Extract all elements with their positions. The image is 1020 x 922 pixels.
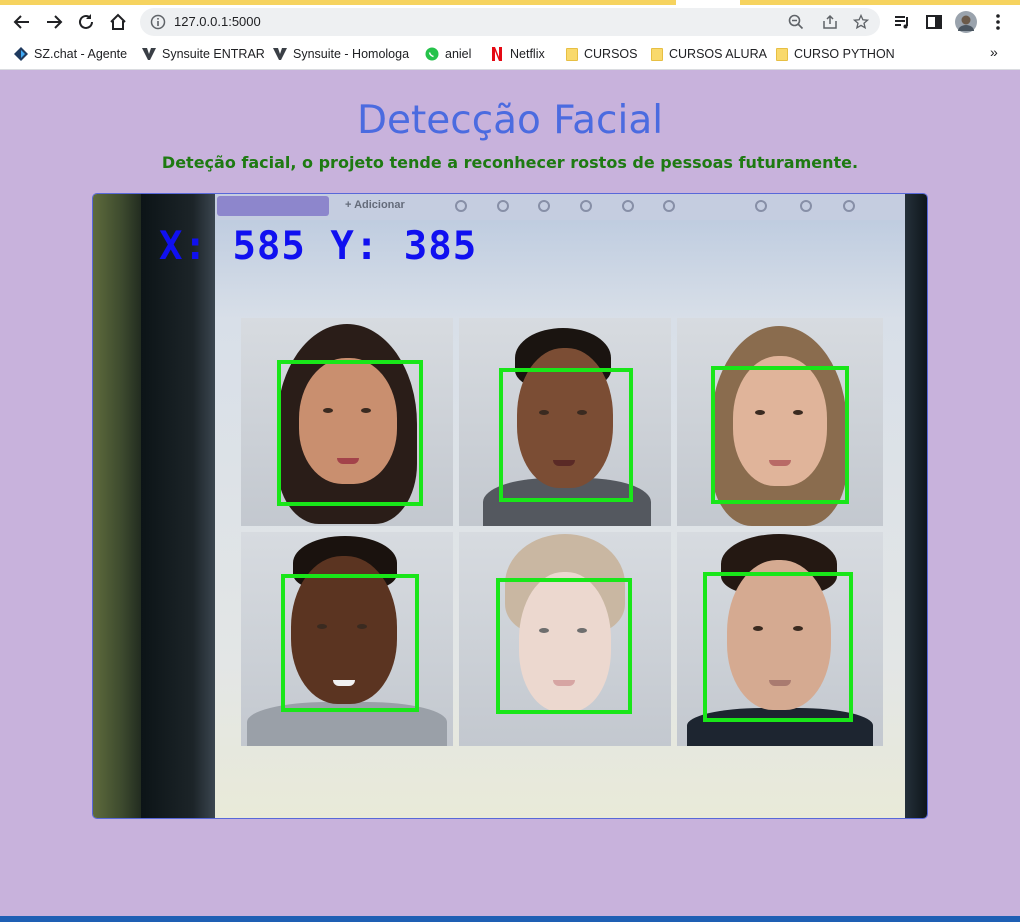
bookmark-item[interactable]: aniel: [425, 45, 471, 63]
monitor-edge: [905, 194, 927, 818]
background-wall: [93, 194, 141, 818]
bookmark-folder[interactable]: CURSO PYTHON: [776, 45, 895, 63]
reload-button[interactable]: [72, 8, 100, 36]
face-detection-box: [703, 572, 853, 722]
captured-delete-icon: [538, 200, 550, 212]
captured-screen: + Adicionar: [215, 194, 905, 818]
folder-icon: [566, 47, 578, 61]
bookmark-label: aniel: [445, 47, 472, 61]
monitor-bezel: [141, 194, 215, 818]
bookmark-item[interactable]: Synsuite - Homologa: [273, 45, 409, 63]
captured-add-label: + Adicionar: [345, 199, 405, 211]
face-detection-box: [281, 574, 419, 712]
taskbar-edge: [0, 916, 1020, 922]
site-info-icon[interactable]: [150, 14, 166, 34]
browser-toolbar: 127.0.0.1:5000: [0, 5, 1020, 39]
bookmark-item[interactable]: Netflix: [490, 45, 545, 63]
url-text[interactable]: 127.0.0.1:5000: [174, 14, 261, 29]
star-icon[interactable]: [852, 13, 870, 34]
captured-print-icon: [843, 200, 855, 212]
coordinates-overlay: X: 585 Y: 385: [159, 224, 478, 269]
bookmark-label: Netflix: [510, 47, 545, 61]
folder-icon: [776, 47, 788, 61]
face-detection-box: [711, 366, 849, 504]
synsuite-icon: [273, 47, 287, 61]
sz-chat-icon: [14, 47, 28, 61]
bookmark-label: CURSOS ALURA: [669, 47, 767, 61]
bookmarks-bar: SZ.chat - Agente Synsuite ENTRAR Synsuit…: [0, 39, 1020, 70]
page-title: Detecção Facial: [356, 98, 664, 143]
page-subtitle: Deteção facial, o projeto tende a reconh…: [161, 153, 859, 172]
bookmark-label: CURSOS: [584, 47, 638, 61]
zoom-icon[interactable]: [788, 14, 804, 34]
address-bar[interactable]: 127.0.0.1:5000: [140, 8, 880, 36]
folder-icon: [651, 47, 663, 61]
bookmark-label: SZ.chat - Agente: [34, 47, 128, 61]
home-icon: [110, 13, 126, 30]
captured-heart-icon: [580, 200, 592, 212]
captured-zoom-icon: [497, 200, 509, 212]
share-icon[interactable]: [822, 14, 838, 34]
forward-button[interactable]: [40, 8, 68, 36]
captured-rotate-icon: [622, 200, 634, 212]
captured-button: [217, 196, 329, 216]
bookmark-folder[interactable]: CURSOS ALURA: [651, 45, 767, 63]
captured-close-icon: [755, 200, 767, 212]
arrow-right-icon: [47, 15, 63, 29]
captured-share-icon: [800, 200, 812, 212]
netflix-icon: [490, 47, 504, 61]
bookmark-item[interactable]: Synsuite ENTRAR: [142, 45, 265, 63]
media-control-icon[interactable]: [893, 13, 911, 35]
webcam-video-feed: + Adicionar X: 585 Y: 385: [92, 193, 928, 819]
bookmark-label: Synsuite - Homologa: [293, 47, 410, 61]
reload-icon: [79, 14, 93, 29]
bookmark-label: Synsuite ENTRAR: [162, 47, 265, 61]
face-detection-box: [499, 368, 633, 502]
captured-crop-icon: [663, 200, 675, 212]
captured-zoom-icon: [455, 200, 467, 212]
back-button[interactable]: [8, 8, 36, 36]
side-panel-icon[interactable]: [925, 13, 943, 35]
home-button[interactable]: [104, 8, 132, 36]
captured-toolbar: + Adicionar: [215, 194, 905, 220]
more-bookmarks-button[interactable]: »: [990, 44, 998, 60]
synsuite-icon: [142, 47, 156, 61]
bookmark-item[interactable]: SZ.chat - Agente: [14, 45, 127, 63]
bookmark-folder[interactable]: CURSOS: [566, 45, 637, 63]
face-detection-box: [496, 578, 632, 714]
bookmark-label: CURSO PYTHON: [794, 47, 895, 61]
face-detection-box: [277, 360, 423, 506]
profile-avatar[interactable]: [955, 11, 977, 37]
menu-icon[interactable]: [992, 13, 1004, 35]
whatsapp-icon: [425, 47, 439, 61]
arrow-left-icon: [13, 15, 29, 29]
